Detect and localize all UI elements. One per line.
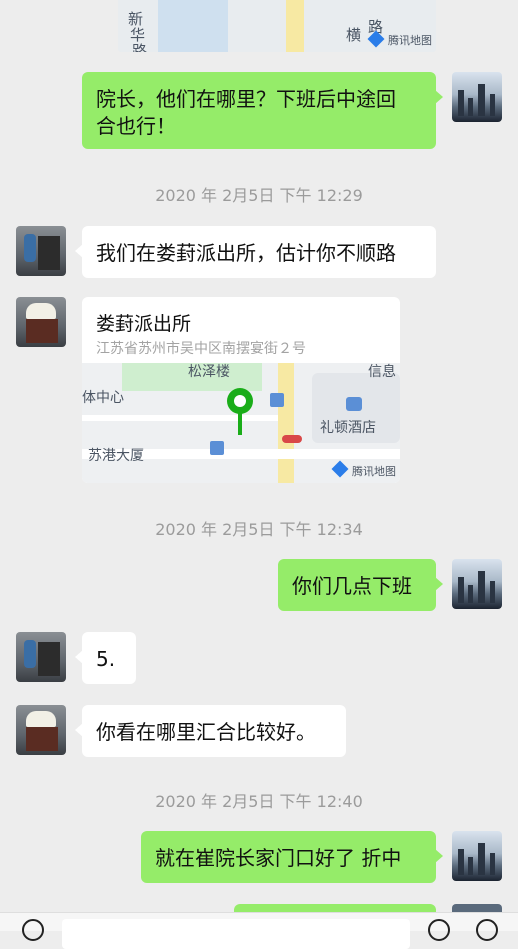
- message-bubble-contact[interactable]: 你看在哪里汇合比较好。: [75, 705, 346, 757]
- message-text: 你们几点下班: [292, 574, 412, 598]
- location-card[interactable]: 娄葑派出所 江苏省苏州市吴中区南摆宴街２号 松泽楼 信息 体中心 礼顿酒店 苏港…: [82, 297, 400, 483]
- previous-map-thumbnail[interactable]: 新 华 路 横 路 腾讯地图: [118, 0, 436, 52]
- chat-input-bar[interactable]: [0, 912, 518, 949]
- timestamp: 2020 年 2月5日 下午 12:29: [155, 186, 363, 205]
- map-label: 信息: [368, 364, 396, 380]
- message-bubble-self[interactable]: 就在崔院长家门口好了 折中: [141, 831, 443, 883]
- timestamp: 2020 年 2月5日 下午 12:40: [155, 792, 363, 811]
- contact-avatar[interactable]: [16, 297, 66, 347]
- timestamp: 2020 年 2月5日 下午 12:34: [155, 520, 363, 539]
- contact-avatar[interactable]: [16, 226, 66, 276]
- map-watermark: 腾讯地图: [388, 34, 432, 47]
- bus-station-icon: [210, 441, 224, 455]
- contact-avatar[interactable]: [16, 632, 66, 682]
- map-road: [278, 363, 294, 483]
- contact-avatar[interactable]: [16, 705, 66, 755]
- voice-toggle-icon[interactable]: [22, 919, 44, 941]
- map-label: 路: [132, 42, 148, 52]
- message-bubble-contact[interactable]: 5.: [75, 632, 136, 684]
- map-water: [158, 0, 228, 52]
- emoji-icon[interactable]: [428, 919, 450, 941]
- self-avatar[interactable]: [452, 831, 502, 881]
- message-text: 我们在娄葑派出所，估计你不顺路: [96, 241, 396, 265]
- message-input[interactable]: [62, 919, 410, 949]
- plus-icon[interactable]: [476, 919, 498, 941]
- message-bubble-contact[interactable]: 我们在娄葑派出所，估计你不顺路: [75, 226, 436, 278]
- map-label: 体中心: [82, 390, 124, 406]
- location-address: 江苏省苏州市吴中区南摆宴街２号: [96, 341, 306, 357]
- self-avatar[interactable]: [452, 72, 502, 122]
- message-text: 5.: [96, 647, 116, 671]
- map-road: [286, 0, 304, 52]
- hotel-icon: [346, 397, 362, 411]
- self-avatar[interactable]: [452, 559, 502, 609]
- location-map[interactable]: 松泽楼 信息 体中心 礼顿酒店 苏港大厦 腾讯地图: [82, 363, 400, 483]
- message-text: 就在崔院长家门口好了 折中: [155, 846, 402, 870]
- location-pin-icon: [227, 388, 253, 435]
- message-text: 你看在哪里汇合比较好。: [96, 720, 316, 744]
- message-bubble-self[interactable]: 你们几点下班: [278, 559, 443, 611]
- map-label: 横: [346, 26, 362, 44]
- tencent-map-logo-icon: [331, 460, 349, 478]
- message-bubble-self[interactable]: 院长，他们在哪里？下班后中途回 合也行！: [82, 72, 443, 149]
- map-label: 礼顿酒店: [320, 420, 376, 436]
- map-label: 松泽楼: [188, 364, 230, 380]
- location-title: 娄葑派出所: [96, 313, 192, 335]
- map-watermark: 腾讯地图: [352, 465, 396, 478]
- traffic-light-icon: [282, 435, 302, 443]
- bus-station-icon: [270, 393, 284, 407]
- map-label: 苏港大厦: [88, 448, 144, 464]
